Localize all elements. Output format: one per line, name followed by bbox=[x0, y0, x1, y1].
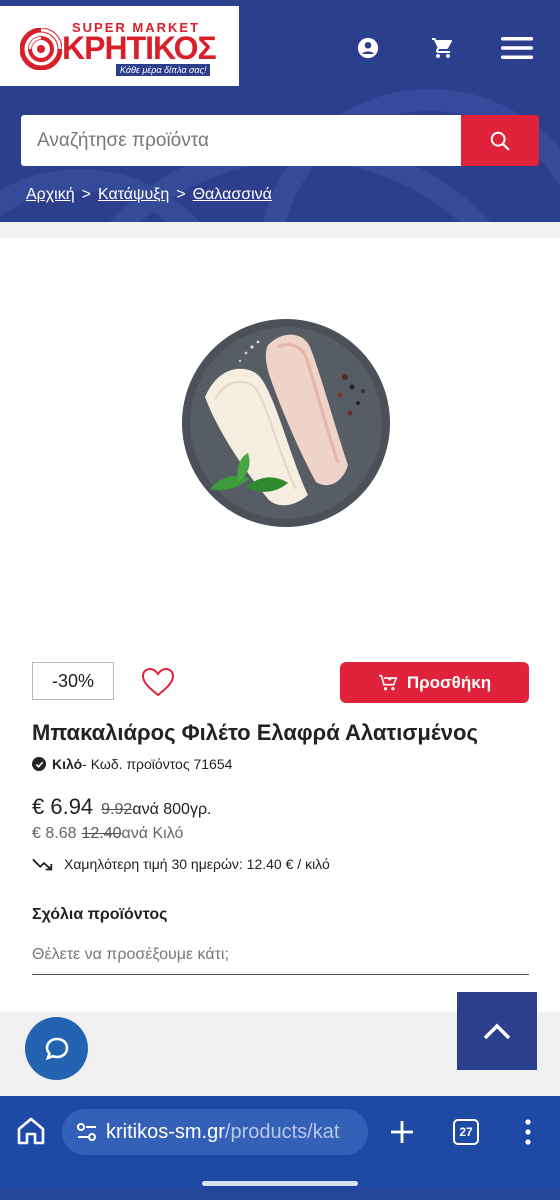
comments-title: Σχόλια προϊόντος bbox=[32, 906, 168, 923]
comments-input[interactable] bbox=[32, 935, 529, 975]
price-unit: ανά 800γρ. bbox=[132, 801, 212, 818]
current-price: € 6.94 bbox=[32, 794, 94, 819]
add-cart-icon bbox=[378, 674, 398, 690]
tab-switcher-button[interactable]: 27 bbox=[453, 1119, 479, 1145]
kilo-unit: ανά Κιλό bbox=[121, 825, 184, 842]
breadcrumb-separator: > bbox=[176, 186, 186, 203]
divider-strip bbox=[0, 222, 560, 238]
browser-toolbar: kritikos-sm.gr/products/kat 27 bbox=[0, 1096, 560, 1200]
product-code: - Κωδ. προϊόντος 71654 bbox=[82, 756, 233, 772]
search-button[interactable] bbox=[461, 115, 539, 166]
chat-button[interactable] bbox=[25, 1017, 88, 1080]
check-circle-icon bbox=[32, 757, 46, 771]
url-host: kritikos-sm.gr bbox=[106, 1120, 225, 1143]
chevron-up-icon bbox=[483, 1023, 511, 1040]
breadcrumb-frozen[interactable]: Κατάψυξη bbox=[98, 186, 169, 204]
logo-tagline: Κάθε μέρα δίπλα σας! bbox=[116, 64, 211, 76]
new-tab-icon[interactable] bbox=[386, 1116, 418, 1148]
cart-button[interactable] bbox=[425, 30, 461, 66]
address-bar[interactable]: kritikos-sm.gr/products/kat bbox=[62, 1109, 368, 1155]
site-settings-icon bbox=[77, 1123, 96, 1141]
search-icon bbox=[490, 131, 510, 150]
account-icon bbox=[357, 37, 379, 59]
account-button[interactable] bbox=[350, 30, 386, 66]
lowest-price-text: Χαμηλότερη τιμή 30 ημερών: 12.40 € / κιλ… bbox=[64, 856, 330, 872]
unit-label: Κιλό bbox=[52, 756, 83, 772]
menu-button[interactable] bbox=[499, 30, 535, 66]
search-input[interactable] bbox=[21, 115, 461, 166]
discount-badge: -30% bbox=[32, 662, 114, 700]
search-bar bbox=[21, 115, 539, 166]
breadcrumb-seafood[interactable]: Θαλασσινά bbox=[193, 186, 272, 204]
home-icon[interactable] bbox=[14, 1114, 48, 1148]
product-title: Μπακαλιάρος Φιλέτο Ελαφρά Αλατισμένος bbox=[32, 720, 478, 745]
add-to-cart-button[interactable]: Προσθήκη bbox=[340, 662, 529, 703]
add-to-cart-label: Προσθήκη bbox=[406, 672, 492, 692]
chat-bubble-icon bbox=[45, 1037, 68, 1060]
gesture-handle bbox=[202, 1181, 358, 1186]
scroll-to-top-button[interactable] bbox=[457, 992, 537, 1070]
price-per-kilo-row: € 8.68 12.40 ανά Κιλό bbox=[32, 825, 183, 843]
breadcrumb: Αρχική > Κατάψυξη > Θαλασσινά bbox=[26, 186, 272, 204]
lowest-price-info: Χαμηλότερη τιμή 30 ημερών: 12.40 € / κιλ… bbox=[32, 856, 330, 872]
brand-logo[interactable]: SUPER MARKET ΚΡΗΤΙΚΟΣ Κάθε μέρα δίπλα σα… bbox=[0, 6, 239, 86]
product-image bbox=[182, 319, 390, 527]
site-header: SUPER MARKET ΚΡΗΤΙΚΟΣ Κάθε μέρα δίπλα σα… bbox=[0, 0, 560, 222]
nav-peek bbox=[0, 1188, 560, 1200]
price-row: € 6.94 9.92 ανά 800γρ. bbox=[32, 794, 212, 820]
more-options-icon[interactable] bbox=[518, 1116, 538, 1148]
breadcrumb-home[interactable]: Αρχική bbox=[26, 186, 75, 204]
cart-icon bbox=[432, 38, 452, 58]
trending-down-icon bbox=[32, 858, 53, 871]
product-meta: Κιλό - Κωδ. προϊόντος 71654 bbox=[32, 756, 232, 772]
url-path: /products/kat bbox=[224, 1120, 340, 1143]
favorite-heart-icon[interactable] bbox=[140, 666, 176, 698]
logo-brand-name: ΚΡΗΤΙΚΟΣ bbox=[62, 30, 217, 66]
breadcrumb-separator: > bbox=[81, 186, 91, 203]
kilo-price: € 8.68 bbox=[32, 825, 77, 842]
kilo-price-old: 12.40 bbox=[81, 825, 122, 842]
logo-swirl-icon bbox=[20, 28, 62, 70]
hamburger-menu-icon bbox=[501, 37, 533, 59]
old-price: 9.92 bbox=[101, 801, 133, 818]
